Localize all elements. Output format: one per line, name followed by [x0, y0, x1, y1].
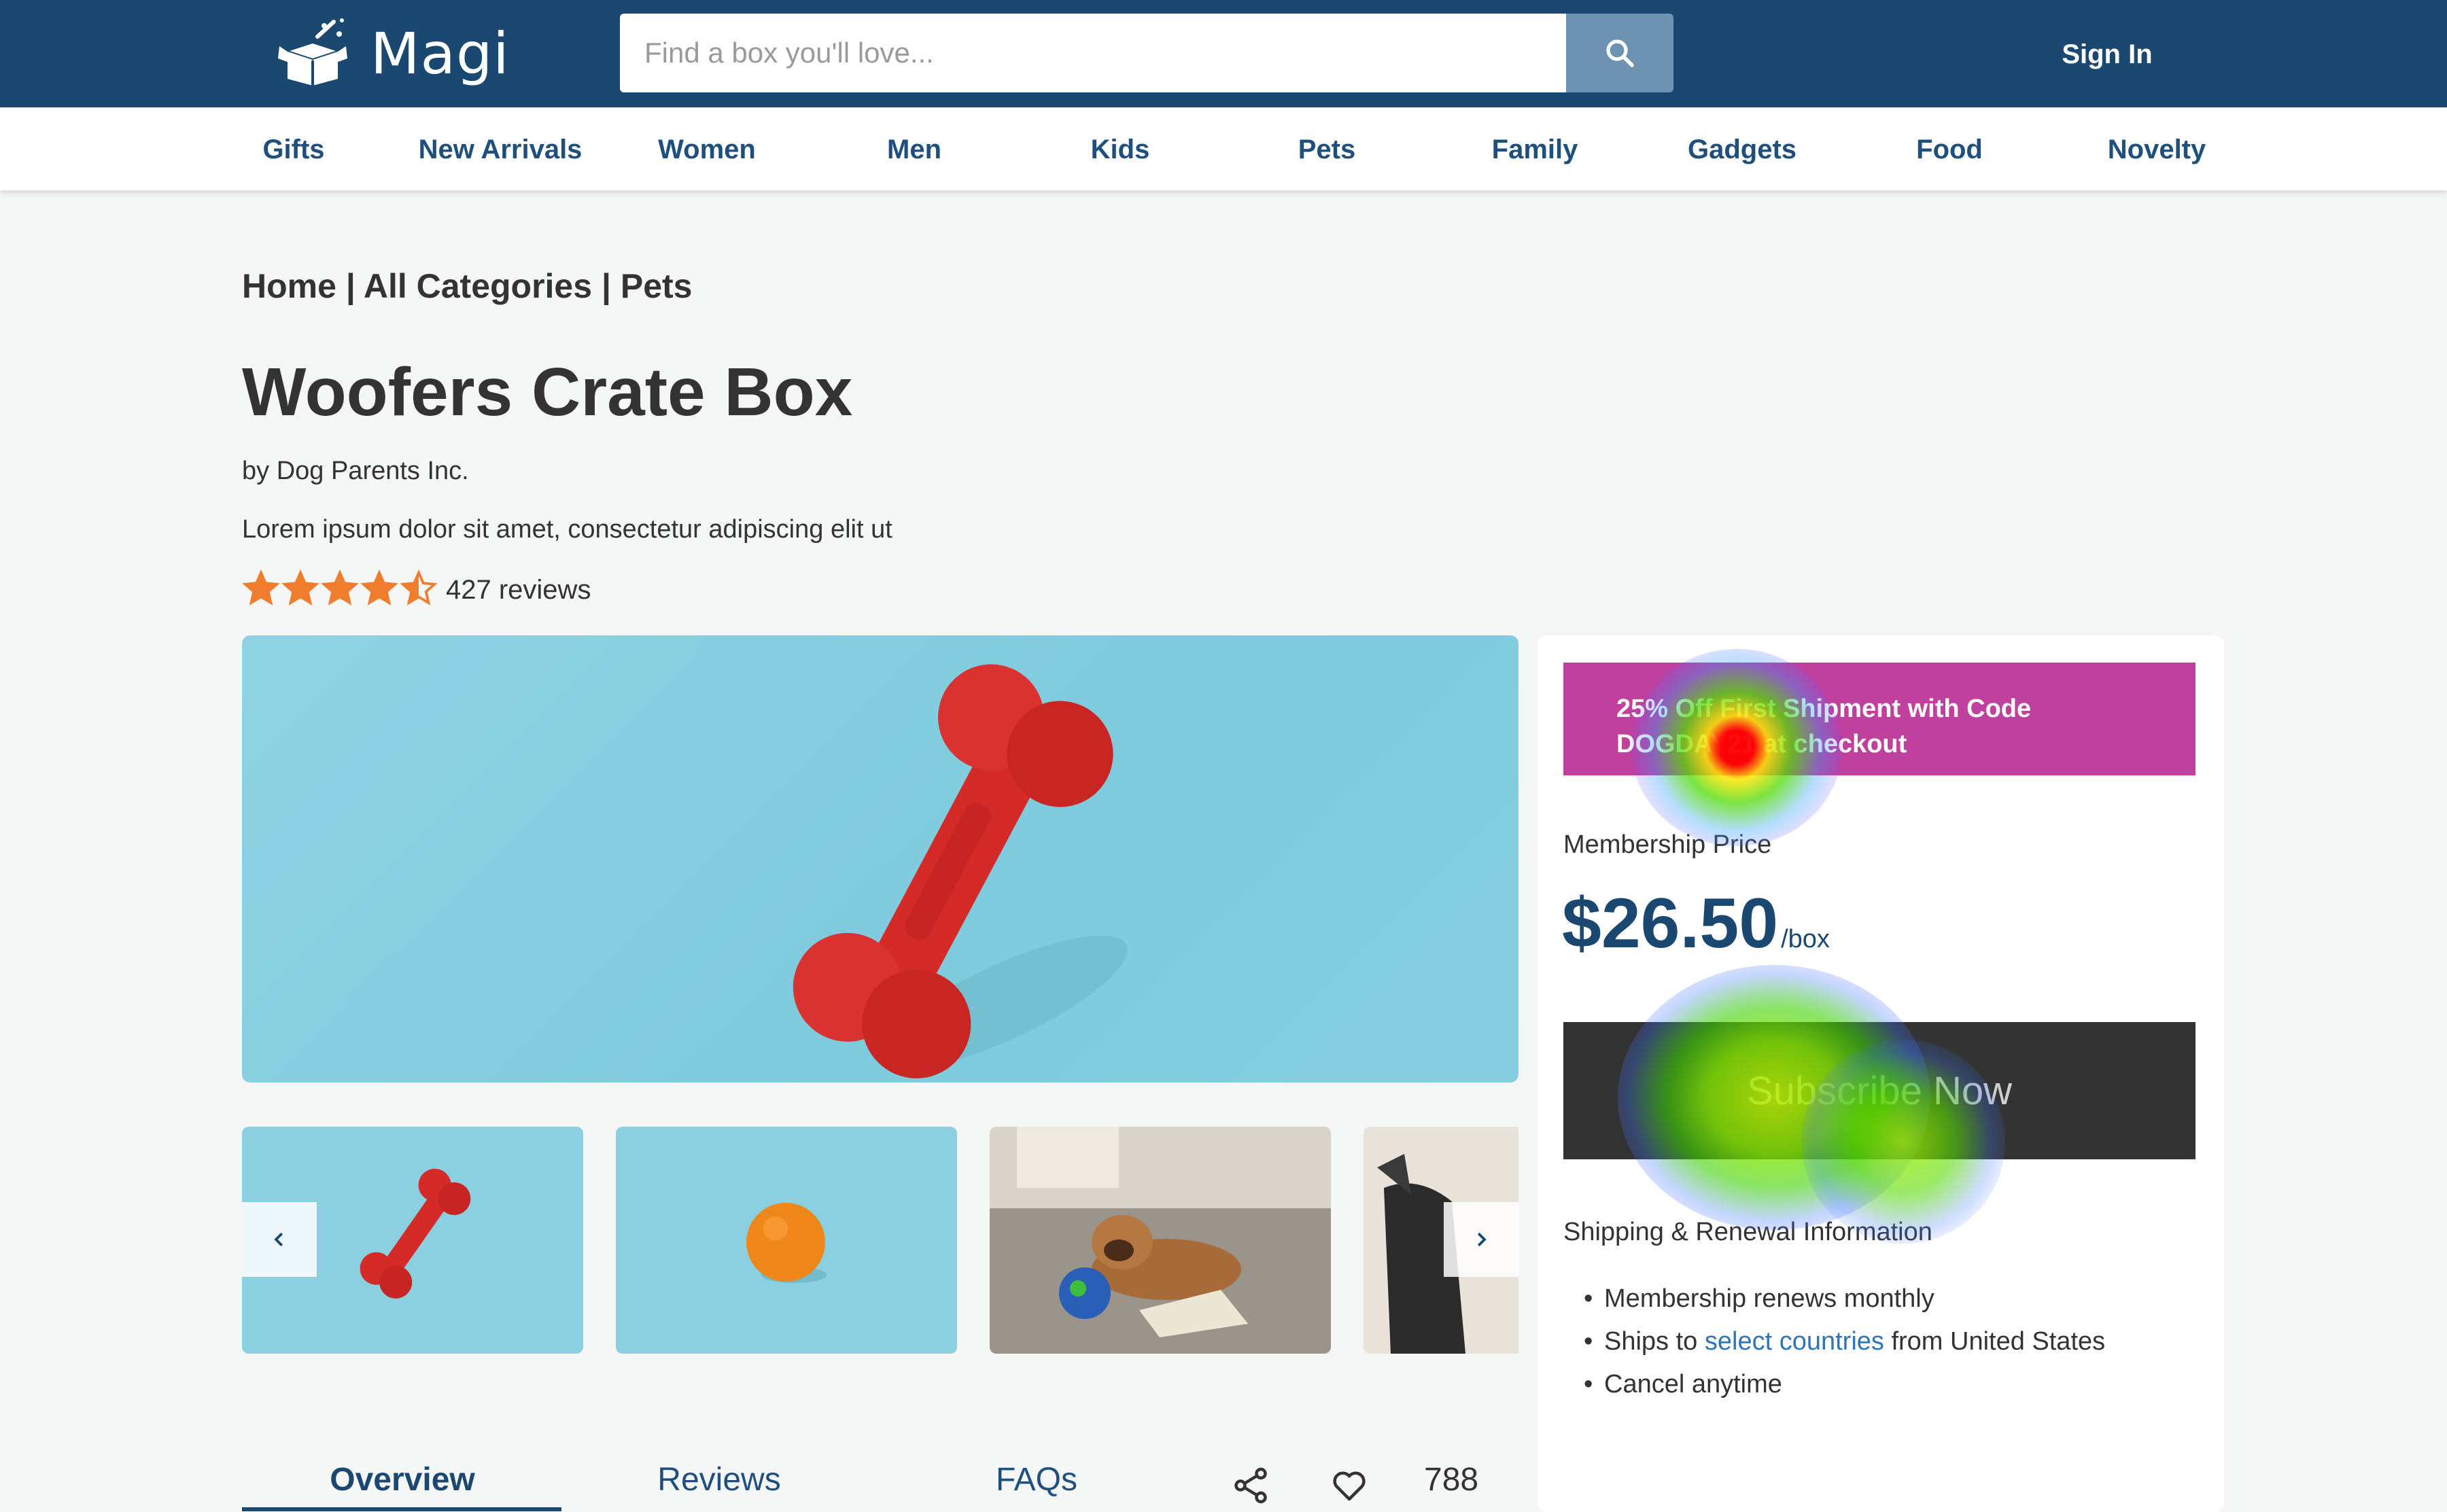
breadcrumb-home[interactable]: Home	[242, 267, 336, 305]
promo-banner: 25% Off First Shipment with Code DOGDAY2…	[1563, 663, 2196, 775]
list-item: Membership renews monthly	[1584, 1284, 2105, 1327]
breadcrumb: Home | All Categories | Pets	[242, 266, 692, 306]
breadcrumb-all-categories[interactable]: All Categories	[364, 267, 592, 305]
list-item: Ships to select countries from United St…	[1584, 1327, 2105, 1370]
nav-food[interactable]: Food	[1916, 135, 1983, 169]
chevron-left-icon	[274, 1232, 283, 1247]
star-full-icon	[242, 569, 280, 605]
star-half-icon	[400, 569, 438, 605]
search-bar	[620, 14, 1673, 92]
nav-gadgets[interactable]: Gadgets	[1688, 135, 1797, 169]
promo-line-1: 25% Off First Shipment with Code	[1616, 695, 2032, 723]
renewal-info: Membership renews monthly	[1604, 1284, 1934, 1313]
nav-kids[interactable]: Kids	[1091, 135, 1150, 169]
cancel-info: Cancel anytime	[1604, 1370, 1782, 1399]
share-button[interactable]	[1230, 1465, 1271, 1506]
heart-icon	[1333, 1471, 1366, 1501]
main-product-image[interactable]	[242, 635, 1518, 1083]
select-countries-link[interactable]: select countries	[1705, 1327, 1884, 1356]
chevron-right-icon	[1477, 1232, 1487, 1247]
star-full-icon	[281, 569, 319, 605]
shipping-info-label: Shipping & Renewal Information	[1563, 1218, 1932, 1246]
price-unit: /box	[1781, 925, 1830, 953]
favorite-button[interactable]	[1329, 1465, 1370, 1506]
product-title: Woofers Crate Box	[242, 354, 853, 430]
shipping-info-list: Membership renews monthly Ships to selec…	[1584, 1284, 2105, 1413]
breadcrumb-separator: |	[592, 267, 621, 305]
membership-price-label: Membership Price	[1563, 830, 1772, 859]
thumbnail-puppy[interactable]	[990, 1127, 1331, 1354]
nav-gifts[interactable]: Gifts	[262, 135, 324, 169]
share-icon	[1234, 1467, 1267, 1504]
breadcrumb-pets[interactable]: Pets	[621, 267, 693, 305]
price: $26.50 /box	[1562, 883, 1830, 964]
list-item: Cancel anytime	[1584, 1370, 2105, 1413]
nav-women[interactable]: Women	[658, 135, 756, 169]
breadcrumb-separator: |	[336, 267, 364, 305]
gift-box-icon	[278, 18, 347, 86]
nav-men[interactable]: Men	[887, 135, 941, 169]
ships-suffix: from United States	[1884, 1327, 2106, 1356]
nav-novelty[interactable]: Novelty	[2108, 135, 2206, 169]
chew-toy-bone-image	[793, 664, 1128, 1078]
tab-faqs[interactable]: FAQs	[996, 1461, 1077, 1498]
price-amount: $26.50	[1562, 884, 1779, 963]
logo[interactable]: Magi	[275, 10, 510, 98]
review-count[interactable]: 427 reviews	[446, 575, 591, 605]
nav-family[interactable]: Family	[1492, 135, 1578, 169]
top-header: Magi Sign In	[0, 0, 2447, 107]
logo-text: Magi	[370, 20, 510, 87]
product-byline: by Dog Parents Inc.	[242, 457, 469, 485]
thumbnail-next-button[interactable]	[1444, 1202, 1518, 1277]
search-input[interactable]	[620, 14, 1566, 92]
tab-reviews[interactable]: Reviews	[657, 1461, 780, 1498]
sign-in-link[interactable]: Sign In	[2039, 34, 2175, 75]
thumbnail-ball[interactable]	[616, 1127, 957, 1354]
ships-prefix: Ships to	[1604, 1327, 1705, 1356]
nav-pets[interactable]: Pets	[1298, 135, 1356, 169]
star-full-icon	[360, 569, 398, 605]
star-rating	[242, 569, 439, 611]
thumbnail-puppy-image	[990, 1127, 1331, 1354]
active-tab-indicator	[242, 1507, 561, 1511]
product-description: Lorem ipsum dolor sit amet, consectetur …	[242, 515, 892, 544]
nav-new-arrivals[interactable]: New Arrivals	[419, 135, 583, 169]
thumbnail-prev-button[interactable]	[242, 1202, 317, 1277]
thumbnail-ball-image	[616, 1127, 957, 1354]
promo-line-2: DOGDAY21 at checkout	[1616, 730, 1907, 758]
subscribe-button[interactable]: Subscribe Now	[1563, 1022, 2196, 1159]
search-button[interactable]	[1566, 14, 1673, 92]
tab-overview[interactable]: Overview	[330, 1461, 474, 1498]
rating[interactable]: 427 reviews	[242, 569, 591, 611]
search-icon	[1606, 39, 1634, 67]
star-full-icon	[321, 569, 359, 605]
category-nav: Gifts New Arrivals Women Men Kids Pets F…	[0, 107, 2447, 190]
favorite-count: 788	[1424, 1462, 1479, 1498]
